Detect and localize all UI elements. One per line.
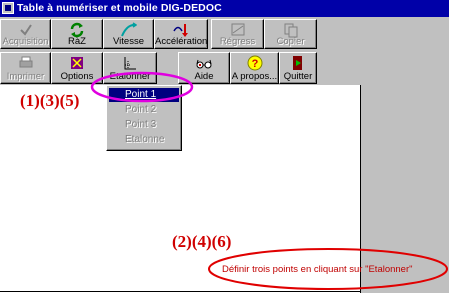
annotation-steps-click: (2)(4)(6) (172, 232, 232, 251)
window-title: Table à numériser et mobile DIG-DEDOC (17, 2, 222, 14)
calibrate-icon (124, 57, 136, 70)
vitesse-button[interactable]: Vitesse (103, 19, 154, 49)
etalonner-button[interactable]: Etalonner (103, 52, 157, 84)
quitter-button[interactable]: Quitter (279, 52, 317, 84)
printer-icon (19, 56, 32, 68)
workspace-side-panel (361, 85, 449, 293)
menu-item-point-1[interactable]: Point 1 (109, 88, 179, 102)
menu-item-point-2[interactable]: Point 2 (109, 103, 179, 117)
copier-button[interactable]: Copier (264, 19, 317, 49)
menu-item-etalonne[interactable]: Etalonne (109, 133, 179, 147)
imprimer-label: Imprimer (6, 71, 45, 82)
vitesse-label: Vitesse (113, 36, 144, 47)
app-icon[interactable] (2, 2, 14, 14)
svg-text:?: ? (251, 58, 258, 70)
etalonner-dropdown-menu: Point 1 Point 2 Point 3 Etalonne (106, 85, 182, 151)
regress-button[interactable]: Régress (211, 19, 264, 49)
acquisition-button[interactable]: Acquisition (0, 19, 51, 49)
exit-door-icon (293, 56, 302, 70)
workspace-border (360, 85, 361, 293)
copier-label: Copier (276, 36, 305, 47)
options-button[interactable]: Options (51, 52, 103, 84)
raz-label: RàZ (68, 36, 86, 47)
imprimer-button[interactable]: Imprimer (0, 52, 51, 84)
status-message: Définir trois points en cliquant sur "Et… (222, 264, 413, 275)
acceleration-label: Accélération (155, 36, 208, 47)
aide-button[interactable]: Aide (178, 52, 230, 84)
options-icon (71, 57, 83, 69)
apropos-label: A propos... (231, 71, 278, 82)
aide-label: Aide (194, 71, 214, 82)
glasses-icon (196, 59, 212, 69)
acquisition-label: Acquisition (2, 36, 49, 47)
apropos-button[interactable]: ? A propos... (230, 52, 279, 84)
title-bar[interactable]: Table à numériser et mobile DIG-DEDOC (0, 0, 449, 17)
options-label: Options (60, 71, 94, 82)
raz-button[interactable]: RàZ (51, 19, 103, 49)
workspace-border-bottom (0, 291, 361, 292)
quitter-label: Quitter (283, 71, 313, 82)
annotation-steps-menu: (1)(3)(5) (20, 91, 80, 110)
etalonner-label: Etalonner (109, 71, 151, 82)
question-icon: ? (247, 55, 262, 71)
menu-item-point-3[interactable]: Point 3 (109, 118, 179, 132)
acceleration-button[interactable]: Accélération (154, 19, 208, 49)
regress-label: Régress (219, 36, 256, 47)
